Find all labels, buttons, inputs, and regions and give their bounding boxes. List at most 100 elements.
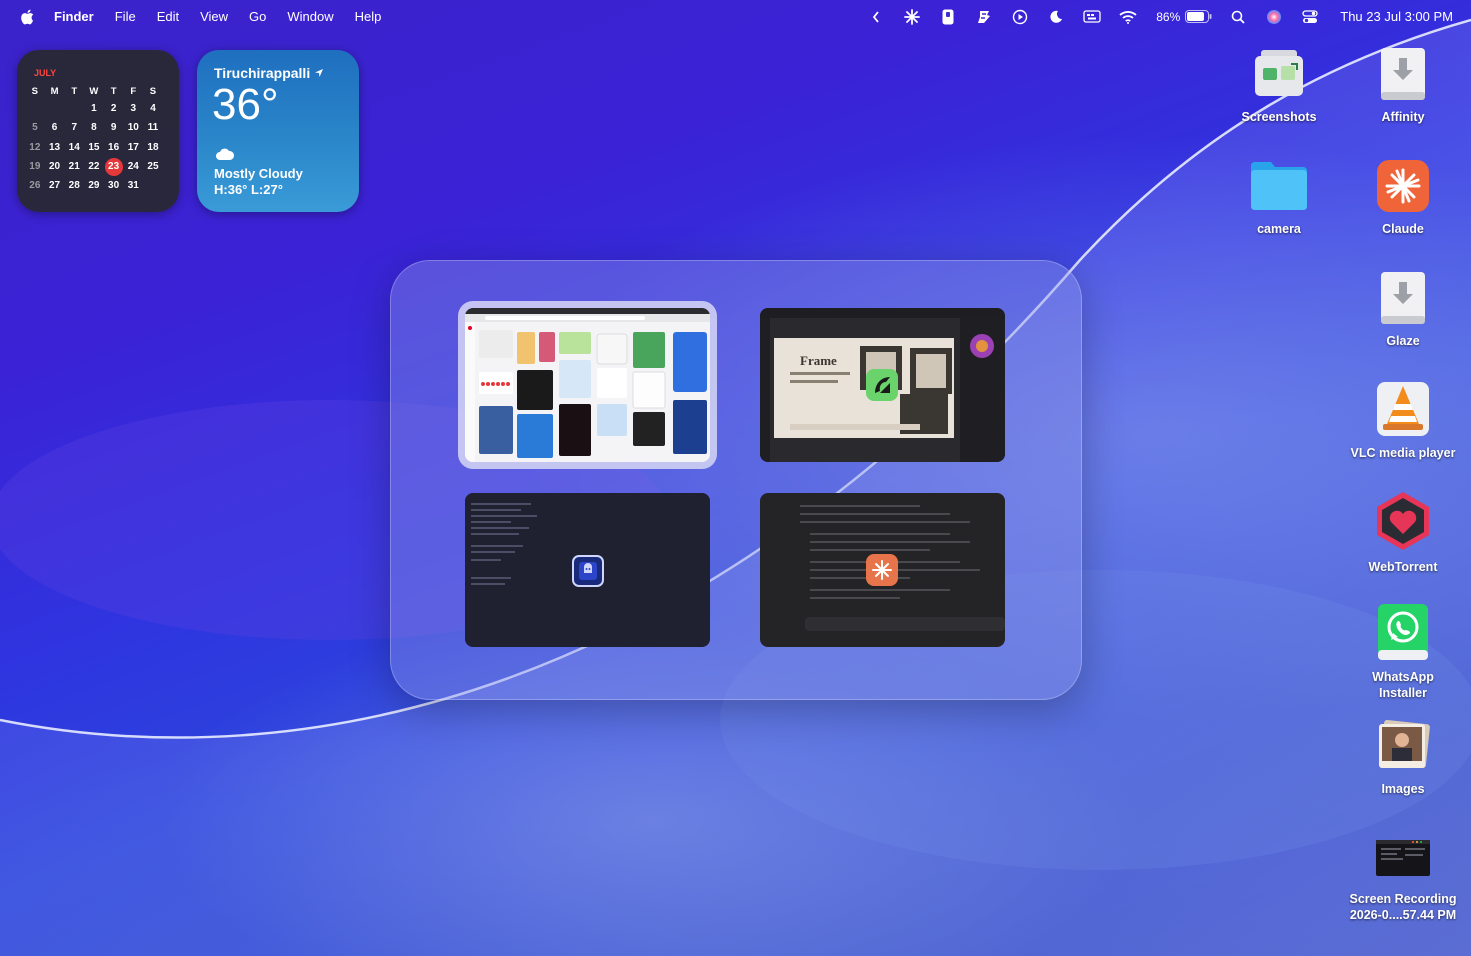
menu-go[interactable]: Go [249,9,266,24]
play-circle-icon[interactable] [1010,8,1030,26]
calendar-grid: S M T W T F S 1 2 3 4 5 6 7 8 9 10 11 12 [25,83,163,195]
desktop-icon-label: Claude [1382,222,1424,236]
claude-app-icon [1377,160,1429,212]
calendar-day [64,99,84,118]
beardedspice-icon[interactable] [974,8,994,26]
installer-download-icon [1381,48,1425,100]
siri-icon[interactable] [1264,8,1284,26]
desktop-icon-camera[interactable]: camera [1219,158,1339,237]
calendar-day: 4 [150,103,156,115]
clipboard-icon[interactable] [938,8,958,26]
calendar-day: 19 [29,161,41,173]
calendar-day: 6 [51,122,58,134]
chevron-left-icon[interactable] [866,8,886,26]
calendar-month: JULY [34,68,57,78]
menu-app-name[interactable]: Finder [54,9,94,24]
location-arrow-icon [315,69,324,77]
weather-high-low: H:36° L:27° [214,182,283,197]
desktop-icon-vlc[interactable]: VLC media player [1343,380,1463,461]
battery-percent: 86% [1156,9,1181,24]
affinity-icon [866,369,898,401]
desktop-icon-images[interactable]: Images [1343,718,1463,797]
desktop-icon-label: WhatsApp Installer [1372,670,1434,700]
search-icon[interactable] [1228,8,1248,26]
calendar-day: 29 [88,180,100,192]
calendar-day: 3 [130,103,137,115]
calendar-day: 13 [48,141,61,153]
calendar-day [25,99,45,118]
calendar-day: 17 [127,141,139,153]
desktop-icon-affinity[interactable]: Affinity [1343,46,1463,125]
apple-logo-icon[interactable] [20,9,34,25]
calendar-day: 26 [29,180,41,192]
calendar-day: 5 [32,122,38,134]
weather-condition: Mostly Cloudy [214,166,303,181]
menu-file[interactable]: File [115,9,136,24]
weekday-label: S [149,85,157,97]
claude-icon [866,554,898,586]
desktop-icon-label: Affinity [1381,110,1425,124]
calendar-day [45,99,65,118]
calendar-day: 12 [29,141,41,153]
browser-window-thumbnail [465,308,710,462]
desktop-icon-label: Screen Recording 2026-0....57.44 PM [1349,892,1457,922]
desktop-icon-screenshots[interactable]: Screenshots [1219,46,1339,125]
weather-widget[interactable]: Tiruchirappalli 36° Mostly Cloudy H:36° … [197,50,359,212]
video-thumbnail-icon [1376,840,1430,876]
wifi-icon[interactable] [1118,8,1138,26]
menu-view[interactable]: View [200,9,228,24]
weekday-label: M [50,85,59,97]
weekday-label: T [71,85,78,97]
desktop-icon-label: camera [1257,222,1301,236]
calendar-day: 10 [127,122,139,134]
menu-help[interactable]: Help [355,9,382,24]
calendar-today-label: 23 [104,157,123,176]
calendar-day: 27 [48,180,61,192]
desktop-icon-webtorrent[interactable]: WebTorrent [1343,490,1463,575]
menu-edit[interactable]: Edit [157,9,179,24]
claude-icon[interactable] [902,8,922,26]
terminal-icon [572,555,604,587]
desktop-icon-label: Glaze [1386,334,1420,348]
calendar-day: 22 [88,161,100,173]
weekday-label: F [130,85,137,97]
menu-bar: Finder File Edit View Go Window Help 86%… [0,0,1471,33]
calendar-day: 31 [127,180,139,192]
desktop-icon-screen-recording[interactable]: Screen Recording 2026-0....57.44 PM [1343,834,1463,923]
vlc-icon [1377,382,1429,436]
desktop-icon-label: Screenshots [1241,110,1317,124]
calendar-day: 24 [127,161,139,173]
browser-window[interactable] [465,308,710,462]
desktop-icon-whatsapp-installer[interactable]: WhatsApp Installer [1343,602,1463,701]
weather-city-label: Tiruchirappalli [214,65,311,81]
desktop-icon-glaze[interactable]: Glaze [1343,270,1463,349]
menubar-clock[interactable]: Thu 23 Jul 3:00 PM [1340,9,1453,24]
window-caption: Frame [800,353,837,368]
menu-window[interactable]: Window [287,9,333,24]
calendar-day: 14 [68,141,80,153]
calendar-today: 23 [104,157,124,176]
calendar-day: 16 [108,141,120,153]
desktop-icon-claude[interactable]: Claude [1343,158,1463,237]
calendar-day: 8 [91,122,97,134]
calendar-widget[interactable]: JULY S M T W T F S 1 2 3 4 5 6 7 8 9 10 … [17,50,179,212]
calendar-day: 11 [147,122,159,134]
calendar-day: 1 [91,103,97,115]
desktop-icon-label: WebTorrent [1368,560,1438,574]
installer-download-icon [1381,272,1425,324]
calendar-day: 21 [68,161,80,173]
control-center-icon[interactable] [1300,8,1320,26]
keyboard-icon[interactable] [1082,8,1102,26]
calendar-day: 18 [147,141,159,153]
desktop-icon-label: Images [1381,782,1425,796]
moon-icon[interactable] [1046,8,1066,26]
weather-temperature: 36° [212,80,279,129]
folder-screenshots-icon [1255,50,1303,96]
weekday-label: S [31,85,39,97]
webtorrent-icon [1377,492,1429,550]
weekday-label: W [89,85,99,97]
calendar-day: 7 [71,122,77,134]
folder-icon [1251,162,1307,210]
cloud-icon [216,148,235,160]
battery-icon[interactable] [1184,8,1212,26]
